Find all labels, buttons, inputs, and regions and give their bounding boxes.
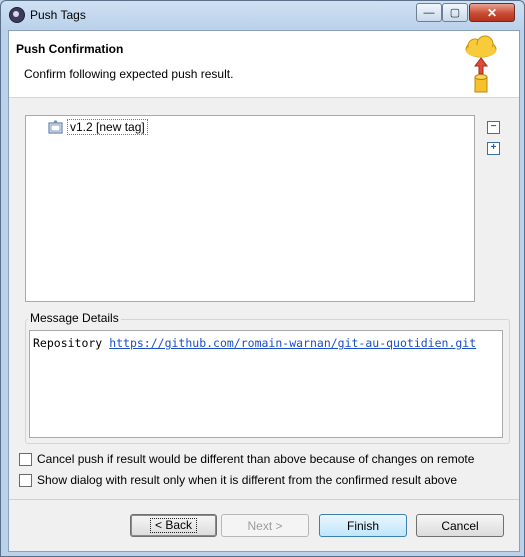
expand-all-icon[interactable]: + <box>487 142 500 155</box>
back-button[interactable]: < Back <box>130 514 217 537</box>
back-button-label: < Back <box>149 518 198 533</box>
cancel-button[interactable]: Cancel <box>416 514 504 537</box>
tag-icon <box>48 120 63 134</box>
eclipse-app-icon <box>9 7 25 23</box>
tree-item-tag[interactable]: v1.2 [new tag] <box>48 119 148 135</box>
show-only-if-different-label[interactable]: Show dialog with result only when it is … <box>37 473 457 487</box>
push-result-tree[interactable]: v1.2 [new tag] <box>25 115 475 302</box>
repository-url-link[interactable]: https://github.com/romain-warnan/git-au-… <box>109 336 476 350</box>
cancel-if-different-label[interactable]: Cancel push if result would be different… <box>37 452 474 466</box>
wizard-header: Push Confirmation Confirm following expe… <box>9 31 519 98</box>
page-description: Confirm following expected push result. <box>24 67 234 81</box>
message-details-label: Message Details <box>28 311 121 325</box>
minimize-button[interactable]: — <box>416 3 442 22</box>
cancel-if-different-option[interactable]: Cancel push if result would be different… <box>19 451 474 467</box>
finish-button[interactable]: Finish <box>319 514 407 537</box>
dialog-client-area: Push Confirmation Confirm following expe… <box>8 30 520 552</box>
push-to-cloud-icon <box>465 35 497 93</box>
title-bar[interactable]: Push Tags — ▢ ✕ <box>1 1 524 29</box>
button-bar-separator <box>9 499 519 500</box>
repository-label: Repository <box>33 336 103 350</box>
next-button[interactable]: Next > <box>221 514 309 537</box>
message-details-group: Message Details Repository https://githu… <box>25 311 510 444</box>
cancel-if-different-checkbox[interactable] <box>19 452 32 466</box>
tree-item-label: v1.2 [new tag] <box>67 119 148 135</box>
show-only-if-different-option[interactable]: Show dialog with result only when it is … <box>19 472 457 488</box>
maximize-button[interactable]: ▢ <box>442 3 468 22</box>
repository-line: Repository https://github.com/romain-war… <box>33 336 476 350</box>
push-tags-window: Push Tags — ▢ ✕ Push Confirmation Confir… <box>0 0 525 557</box>
window-title: Push Tags <box>30 8 86 22</box>
page-title: Push Confirmation <box>16 42 124 56</box>
collapse-all-icon[interactable]: − <box>487 121 500 134</box>
message-details-text[interactable]: Repository https://github.com/romain-war… <box>29 330 503 438</box>
show-only-if-different-checkbox[interactable] <box>19 473 32 487</box>
close-button[interactable]: ✕ <box>469 3 515 22</box>
